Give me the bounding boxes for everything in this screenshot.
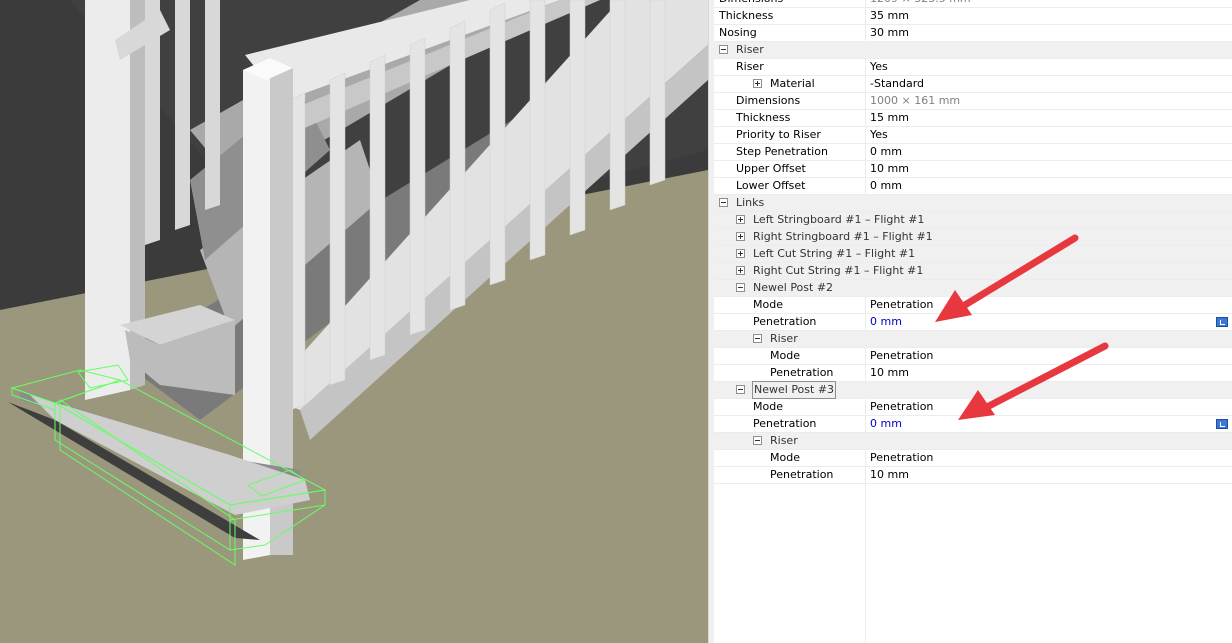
category-row-links[interactable]: Links bbox=[714, 195, 1232, 212]
property-value: 1209 × 323.5 mm bbox=[870, 0, 971, 7]
property-grid: Dimensions1209 × 323.5 mmThickness35 mmN… bbox=[714, 0, 1232, 643]
collapse-icon[interactable] bbox=[753, 436, 762, 445]
reset-default-icon[interactable] bbox=[1216, 419, 1228, 429]
property-value[interactable]: Penetration bbox=[870, 399, 933, 415]
expand-icon[interactable] bbox=[736, 249, 745, 258]
category-row-riser[interactable]: Riser bbox=[714, 42, 1232, 59]
property-value[interactable]: -Standard bbox=[870, 76, 924, 92]
property-label: Priority to Riser bbox=[736, 128, 821, 141]
category-row-riser[interactable]: Riser bbox=[714, 331, 1232, 348]
property-label: Nosing bbox=[719, 26, 757, 39]
expand-icon[interactable] bbox=[736, 232, 745, 241]
property-label: Penetration bbox=[753, 315, 817, 328]
property-row-penetration[interactable]: Penetration 10 mm bbox=[714, 365, 1232, 382]
property-value[interactable]: Penetration bbox=[870, 348, 933, 364]
expand-icon[interactable] bbox=[736, 266, 745, 275]
category-row-right-stringboard-1-flight-1[interactable]: Right Stringboard #1 – Flight #1 bbox=[714, 229, 1232, 246]
property-row-priority-to-riser[interactable]: Priority to Riser Yes bbox=[714, 127, 1232, 144]
property-label: Upper Offset bbox=[736, 162, 806, 175]
property-label: Mode bbox=[753, 298, 783, 311]
property-row-thickness[interactable]: Thickness 15 mm bbox=[714, 110, 1232, 127]
property-value[interactable]: Penetration bbox=[870, 450, 933, 466]
property-label: Dimensions bbox=[719, 0, 783, 7]
property-value[interactable]: 30 mm bbox=[870, 25, 909, 41]
property-label: Penetration bbox=[753, 417, 817, 430]
category-row-newel-post-3[interactable]: Newel Post #3 bbox=[714, 381, 1232, 399]
property-value[interactable]: 0 mm bbox=[870, 144, 902, 160]
property-row-lower-offset[interactable]: Lower Offset 0 mm bbox=[714, 178, 1232, 195]
property-label: Newel Post #2 bbox=[753, 281, 834, 294]
collapse-icon[interactable] bbox=[736, 283, 745, 292]
property-row-nosing[interactable]: Nosing 30 mm bbox=[714, 25, 1232, 42]
collapse-icon[interactable] bbox=[753, 334, 762, 343]
collapse-icon[interactable] bbox=[719, 198, 728, 207]
property-value[interactable]: Penetration bbox=[870, 297, 933, 313]
category-row-left-stringboard-1-flight-1[interactable]: Left Stringboard #1 – Flight #1 bbox=[714, 212, 1232, 229]
property-row-penetration[interactable]: Penetration 10 mm bbox=[714, 467, 1232, 484]
property-row-mode[interactable]: Mode Penetration bbox=[714, 450, 1232, 467]
property-label: Links bbox=[736, 196, 765, 209]
property-label: Mode bbox=[770, 451, 800, 464]
property-label: Thickness bbox=[736, 111, 791, 124]
property-label: Riser bbox=[770, 434, 798, 447]
property-value[interactable]: 0 mm bbox=[870, 178, 902, 194]
collapse-icon[interactable] bbox=[736, 385, 745, 394]
category-row-left-cut-string-1-flight-1[interactable]: Left Cut String #1 – Flight #1 bbox=[714, 246, 1232, 263]
property-value[interactable]: Yes bbox=[870, 59, 888, 75]
property-row-upper-offset[interactable]: Upper Offset 10 mm bbox=[714, 161, 1232, 178]
property-row-step-penetration[interactable]: Step Penetration 0 mm bbox=[714, 144, 1232, 161]
category-row-right-cut-string-1-flight-1[interactable]: Right Cut String #1 – Flight #1 bbox=[714, 263, 1232, 280]
property-label: Penetration bbox=[770, 366, 834, 379]
property-label: Thickness bbox=[719, 9, 774, 22]
property-label: Riser bbox=[736, 43, 764, 56]
collapse-icon[interactable] bbox=[719, 45, 728, 54]
property-label: Lower Offset bbox=[736, 179, 806, 192]
property-label: Penetration bbox=[770, 468, 834, 481]
property-label: Mode bbox=[770, 349, 800, 362]
property-value[interactable]: 10 mm bbox=[870, 467, 909, 483]
property-row-mode[interactable]: Mode Penetration bbox=[714, 348, 1232, 365]
property-row-riser[interactable]: Riser Yes bbox=[714, 59, 1232, 76]
property-value[interactable]: Yes bbox=[870, 127, 888, 143]
property-label: Left Stringboard #1 – Flight #1 bbox=[753, 213, 925, 226]
property-label: Mode bbox=[753, 400, 783, 413]
property-value[interactable]: 10 mm bbox=[870, 365, 909, 381]
property-label: Left Cut String #1 – Flight #1 bbox=[753, 247, 916, 260]
property-value[interactable]: 0 mm bbox=[870, 314, 902, 330]
staircase-render[interactable] bbox=[0, 0, 708, 643]
property-row-dimensions[interactable]: Dimensions 1000 × 161 mm bbox=[714, 93, 1232, 110]
expand-icon[interactable] bbox=[736, 215, 745, 224]
property-label: Right Cut String #1 – Flight #1 bbox=[753, 264, 924, 277]
property-label: Step Penetration bbox=[736, 145, 828, 158]
property-label: Dimensions bbox=[736, 94, 801, 107]
property-row-mode[interactable]: Mode Penetration bbox=[714, 297, 1232, 314]
expand-icon[interactable] bbox=[753, 79, 762, 88]
category-row-newel-post-2[interactable]: Newel Post #2 bbox=[714, 280, 1232, 297]
property-row-penetration[interactable]: Penetration 0 mm bbox=[714, 314, 1232, 331]
property-row-thickness[interactable]: Thickness 35 mm bbox=[714, 8, 1232, 25]
property-label: Riser bbox=[736, 60, 764, 73]
property-label: Material bbox=[770, 77, 815, 90]
property-row-material[interactable]: Material -Standard bbox=[714, 76, 1232, 93]
3d-viewport[interactable] bbox=[0, 0, 708, 643]
property-label: Riser bbox=[770, 332, 798, 345]
reset-default-icon[interactable] bbox=[1216, 317, 1228, 327]
property-value[interactable]: 35 mm bbox=[870, 8, 909, 24]
property-value[interactable]: 0 mm bbox=[870, 416, 902, 432]
property-value[interactable]: 15 mm bbox=[870, 110, 909, 126]
property-row-mode[interactable]: Mode Penetration bbox=[714, 399, 1232, 416]
property-value[interactable]: 10 mm bbox=[870, 161, 909, 177]
property-label: Newel Post #3 bbox=[751, 381, 837, 399]
property-value: 1000 × 161 mm bbox=[870, 94, 961, 107]
property-label: Right Stringboard #1 – Flight #1 bbox=[753, 230, 933, 243]
property-row-penetration[interactable]: Penetration 0 mm bbox=[714, 416, 1232, 433]
property-row-dimensions[interactable]: Dimensions 1209 × 323.5 mm bbox=[714, 0, 1232, 8]
category-row-riser[interactable]: Riser bbox=[714, 433, 1232, 450]
